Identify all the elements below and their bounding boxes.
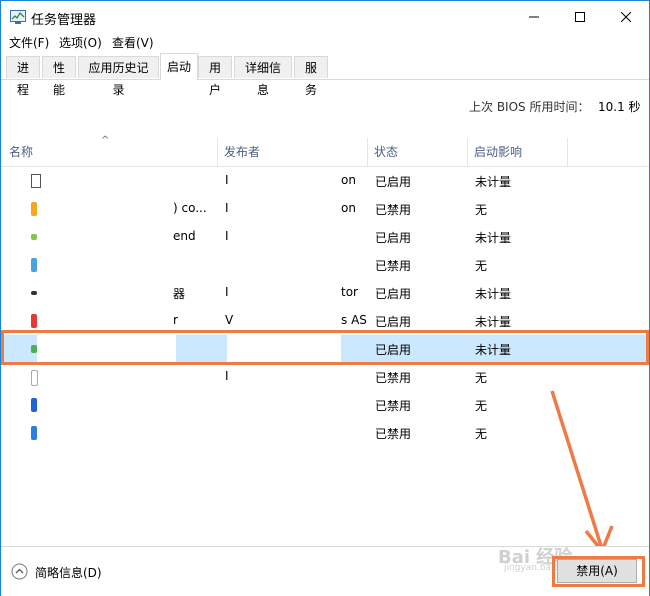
annotation-highlight-button <box>552 556 645 587</box>
footer-bar: 简略信息(D) Bai 经验 jingyan.baidu.com 禁用(A) <box>1 546 649 596</box>
chevron-up-icon[interactable] <box>11 563 28 580</box>
annotation-arrow <box>550 390 614 555</box>
task-manager-window: 任务管理器 文件(F) 选项(O) 查看(V) 进程 性能 应用历史记录 启动 … <box>0 0 650 596</box>
fewer-details-link[interactable]: 简略信息(D) <box>35 564 102 581</box>
